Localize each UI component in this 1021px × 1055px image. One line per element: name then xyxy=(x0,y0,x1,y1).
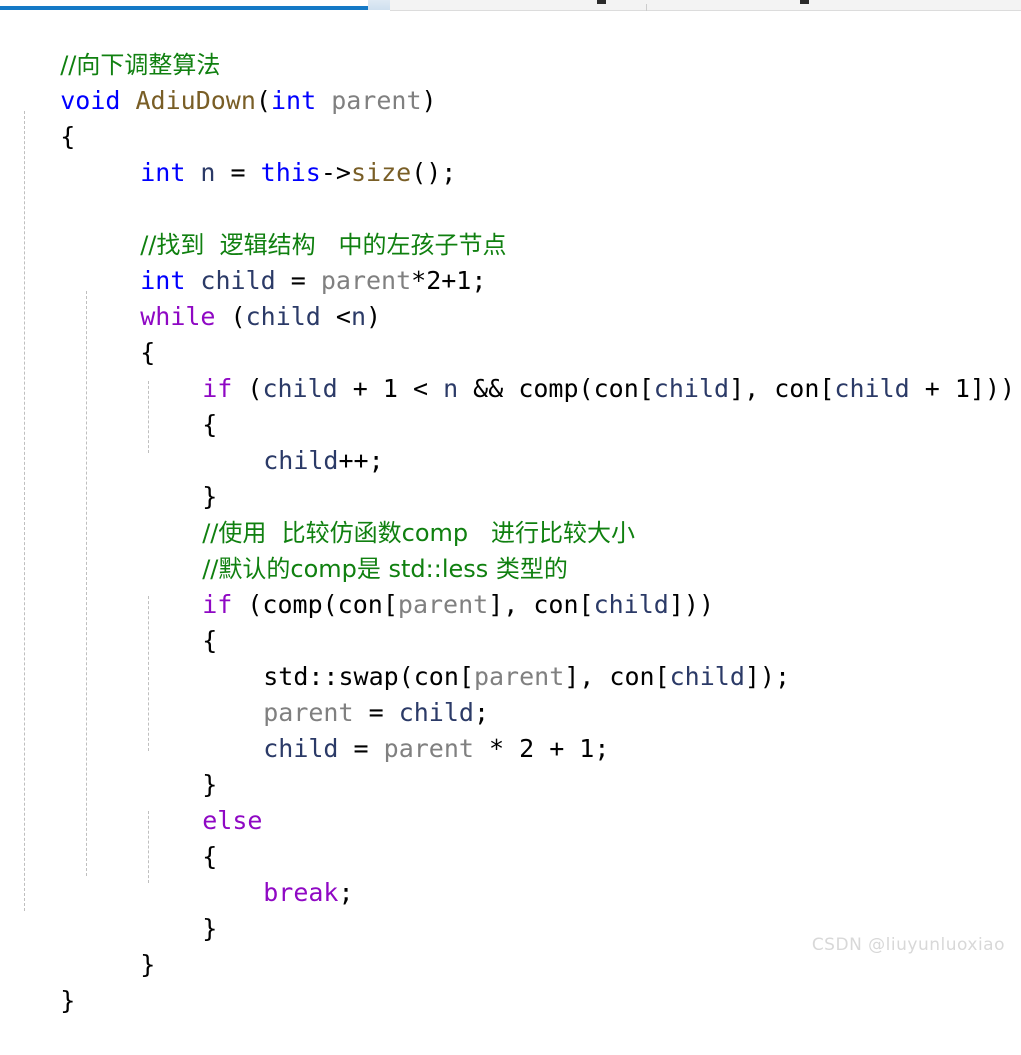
code-line-10: if (child + 1 < n && comp(con[child], co… xyxy=(0,335,1021,403)
code-line-13: } xyxy=(0,443,1021,511)
code-line-11: { xyxy=(0,371,1021,439)
code-line-12: child++; xyxy=(0,407,1021,475)
code-line-17: { xyxy=(0,587,1021,655)
code-line-24: break; xyxy=(0,839,1021,907)
active-tab-indicator xyxy=(0,6,368,10)
code-line-1: //向下调整算法 xyxy=(0,11,1021,79)
code-line-6: //找到 逻辑结构 中的左孩子节点 xyxy=(0,191,1021,259)
code-line-3: { xyxy=(0,83,1021,151)
csdn-watermark: CSDN @liuyunluoxiao xyxy=(811,935,1005,955)
code-line-7: int child = parent*2+1; xyxy=(0,227,1021,295)
toolbar-marker-left xyxy=(597,0,606,4)
code-line-14: //使用 比较仿函数comp 进行比较大小 xyxy=(0,479,1021,547)
editor-toolbar-area xyxy=(390,0,1021,11)
toolbar-divider xyxy=(646,4,647,11)
code-line-21: } xyxy=(0,731,1021,799)
code-line-8: while (child <n) xyxy=(0,263,1021,331)
code-line-23: { xyxy=(0,803,1021,871)
inactive-tab[interactable] xyxy=(368,0,390,10)
code-line-5-blank xyxy=(0,155,1021,191)
code-line-18: std::swap(con[parent], con[child]); xyxy=(0,623,1021,691)
code-line-16: if (comp(con[parent], con[child])) xyxy=(0,551,1021,619)
code-line-22: else xyxy=(0,767,1021,835)
brace-close-function: } xyxy=(60,986,76,1015)
code-line-9: { xyxy=(0,299,1021,367)
toolbar-marker-right xyxy=(800,0,809,4)
code-line-15: //默认的comp是 std::less 类型的 xyxy=(0,515,1021,583)
editor-tab-strip xyxy=(0,0,1021,11)
code-line-19: parent = child; xyxy=(0,659,1021,727)
code-line-25: } xyxy=(0,875,1021,943)
code-editor-surface[interactable]: //向下调整算法 void AdiuDown(int parent) { int… xyxy=(0,11,1021,1015)
code-line-2: void AdiuDown(int parent) xyxy=(0,47,1021,115)
code-line-20: child = parent * 2 + 1; xyxy=(0,695,1021,763)
code-line-4: int n = this->size(); xyxy=(0,119,1021,187)
